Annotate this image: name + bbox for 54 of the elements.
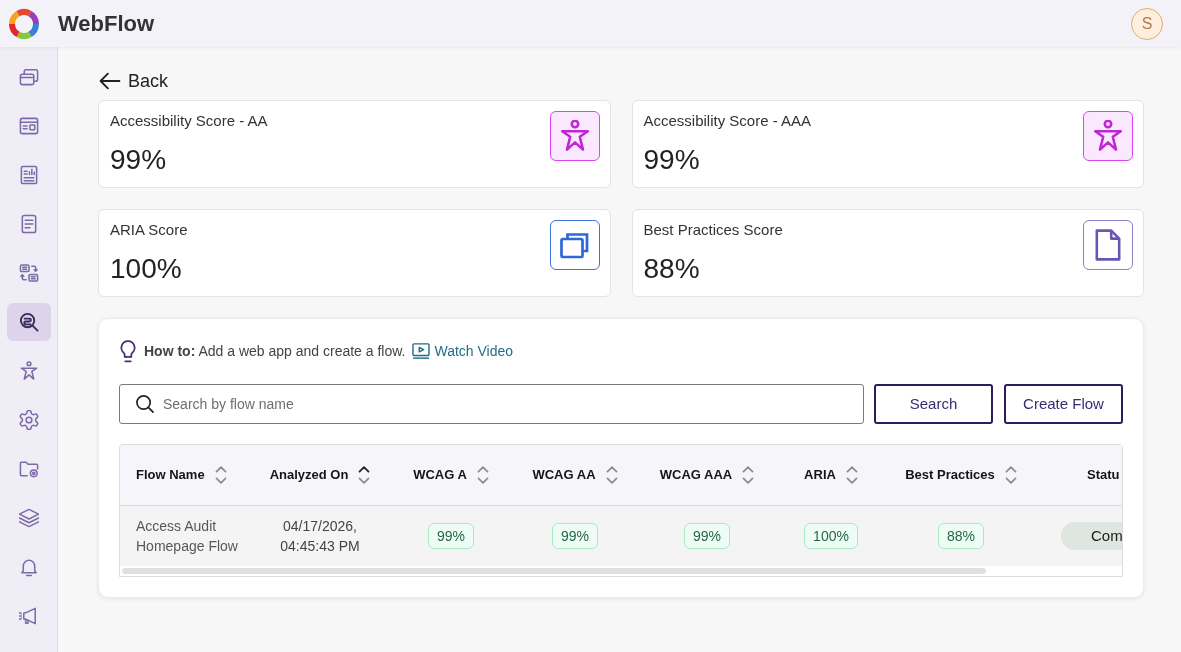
stacked-windows-icon (549, 220, 600, 270)
sort-icon[interactable] (358, 466, 371, 484)
search-field[interactable]: Search by flow name (119, 384, 864, 424)
card-title: Best Practices Score (643, 220, 783, 240)
back-button[interactable]: Back (99, 69, 169, 93)
card-title: Accessibility Score - AA (110, 111, 268, 131)
accessibility-icon (1083, 111, 1133, 161)
action-button[interactable]: Search (874, 384, 993, 424)
score-value: 88% (643, 252, 701, 286)
column-header: Flow Name (136, 466, 205, 485)
arrow-left-icon (99, 72, 121, 90)
accessibility-icon (549, 111, 600, 161)
status-pill: Com (1061, 522, 1122, 550)
score-badge: 99% (552, 523, 598, 549)
report-chart-icon (18, 165, 39, 185)
score-badge: 88% (938, 523, 984, 549)
folder-gear-icon (18, 459, 39, 479)
column-header: WCAG AAA (659, 466, 733, 485)
column-header: ARIA (804, 466, 836, 485)
search-icon (136, 395, 154, 413)
how-to-text: How to: Add a web app and create a flow. (144, 341, 406, 361)
column-header: WCAG A (413, 466, 467, 485)
card-title: Accessibility Score - AAA (643, 111, 812, 131)
swap-icon (18, 263, 39, 283)
lightbulb-icon (119, 339, 137, 363)
score-value: 99% (643, 143, 701, 177)
score-badge: 99% (684, 523, 730, 549)
app-logo (7, 6, 41, 41)
person-icon (18, 361, 39, 381)
column-header: Best Practices (905, 466, 995, 485)
browser-layout-icon (18, 116, 39, 136)
stacked-windows-icon (18, 67, 39, 87)
column-header: Analyzed On (269, 466, 349, 485)
table-cell-text: 04/17/2026, 04:45:43 PM (279, 517, 361, 556)
magnifier-icon (18, 312, 39, 332)
bell-icon (18, 557, 39, 577)
scrollbar-thumb[interactable] (122, 568, 986, 574)
document-icon (1083, 220, 1133, 270)
score-badge: 99% (428, 523, 474, 549)
action-button[interactable]: Create Flow (1004, 384, 1123, 424)
score-value: 99% (110, 143, 168, 177)
score-badge: 100% (804, 523, 858, 549)
layers-icon (18, 508, 39, 528)
watch-video-link[interactable]: Watch Video (412, 340, 514, 362)
table-cell-text: Access Audit Homepage Flow (136, 517, 239, 556)
settings-icon (18, 410, 39, 430)
video-icon (412, 343, 431, 359)
card-title: ARIA Score (110, 220, 188, 240)
column-header: WCAG AA (532, 466, 596, 485)
column-header: Statu (1087, 466, 1120, 485)
app-name: WebFlow (58, 10, 155, 38)
score-value: 100% (110, 252, 183, 286)
megaphone-icon (18, 606, 39, 626)
sidebar-item[interactable] (6, 303, 51, 341)
